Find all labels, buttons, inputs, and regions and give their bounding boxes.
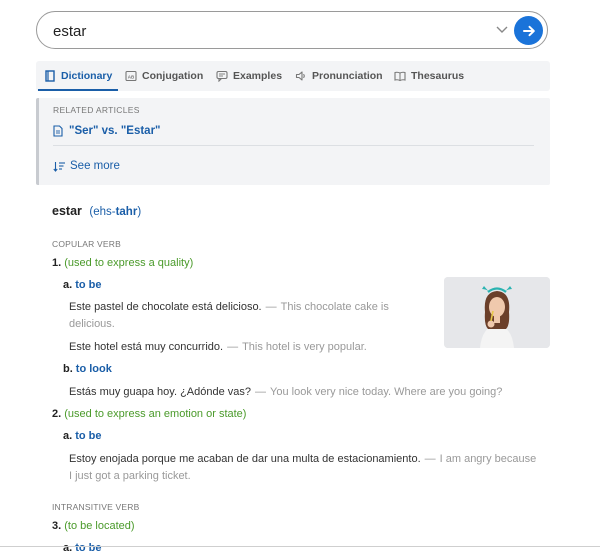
tab-bar: Dictionary AB Conjugation Examples Pronu… (36, 61, 550, 91)
example-sentence: Este hotel está muy concurrido. — This hot… (69, 339, 367, 356)
see-more-link[interactable]: See more (53, 160, 120, 172)
sense-2: 2. (used to express an emotion or state) (52, 408, 246, 420)
pronunciation[interactable]: (ehs-tahr) (89, 206, 141, 218)
translation-1b[interactable]: b. to look (63, 363, 112, 375)
example-english: You look very nice today. Where are you … (270, 386, 503, 398)
sub-letter: a. (63, 279, 73, 291)
example-sentence: Estoy enojada porque me acaban de dar un… (69, 451, 551, 485)
dash: — (255, 386, 267, 398)
sense-number: 3. (52, 520, 62, 532)
example-sentence: Estás muy guapa hoy. ¿Adónde vas? — You lo… (69, 384, 502, 401)
tab-examples[interactable]: Examples (216, 61, 282, 91)
sub-letter: b. (63, 363, 73, 375)
tab-label: Examples (233, 70, 283, 82)
sense-number: 1. (52, 257, 62, 269)
translation-2a[interactable]: a. to be (63, 430, 101, 442)
translation-label: to be (75, 430, 102, 442)
sort-list-icon (53, 161, 65, 172)
tab-thesaurus[interactable]: Thesaurus (394, 61, 464, 91)
example-spanish: Este hotel está muy concurrido. (69, 341, 224, 353)
headword-line: estar (ehs-tahr) (52, 204, 141, 218)
see-more-label: See more (70, 160, 120, 172)
tab-label: Pronunciation (312, 70, 383, 82)
headword: estar (52, 204, 82, 218)
example-spanish: Estoy enojada porque me acaban de dar un… (69, 453, 421, 465)
translation-label: to look (75, 363, 112, 375)
related-article-label: "Ser" vs. "Estar" (69, 125, 161, 137)
tab-label: Thesaurus (411, 70, 465, 82)
tab-label: Dictionary (61, 70, 113, 82)
window-bottom-edge (0, 546, 600, 547)
speech-bubbles-icon (216, 70, 228, 82)
sense-number: 2. (52, 408, 62, 420)
tab-pronunciation[interactable]: Pronunciation (295, 61, 383, 91)
svg-text:AB: AB (128, 74, 135, 79)
pron-stress: tahr (115, 206, 138, 218)
divider (53, 145, 534, 146)
translation-3a[interactable]: a. to be (63, 542, 101, 554)
related-articles-heading: RELATED ARTICLES (53, 105, 140, 115)
tab-dictionary[interactable]: Dictionary (37, 61, 119, 91)
dash: — (424, 453, 436, 465)
book-icon (45, 70, 55, 82)
pron-open: (ehs- (89, 206, 116, 218)
sub-letter: a. (63, 430, 73, 442)
chevron-down-icon[interactable] (495, 23, 509, 37)
related-articles-panel: RELATED ARTICLES "Ser" vs. "Estar" See m… (36, 98, 550, 185)
example-english: This hotel is very popular. (242, 341, 367, 353)
translation-label: to be (75, 279, 102, 291)
translation-1a[interactable]: a. to be (63, 279, 101, 291)
example-english: I am angry because (439, 453, 537, 465)
document-icon (53, 125, 63, 137)
conjugation-icon: AB (125, 70, 137, 82)
example-sentence: Este pastel de chocolate está delicioso.… (69, 299, 414, 333)
sense-gloss: (used to express an emotion or state) (64, 408, 247, 420)
sense-1: 1. (used to express a quality) (52, 257, 193, 269)
part-of-speech-copular: COPULAR VERB (52, 239, 122, 249)
illustration-image (444, 277, 550, 348)
speaker-icon (295, 71, 305, 81)
dash: — (265, 301, 277, 313)
search-box[interactable] (36, 11, 548, 49)
example-english-cont: I just got a parking ticket. (69, 470, 191, 482)
example-spanish: Este pastel de chocolate está delicioso. (69, 301, 262, 313)
part-of-speech-intransitive: INTRANSITIVE VERB (52, 502, 140, 512)
sense-gloss: (used to express a quality) (64, 257, 194, 269)
dash: — (227, 341, 239, 353)
sense-gloss: (to be located) (64, 520, 135, 532)
open-book-icon (394, 71, 406, 82)
sub-letter: a. (63, 542, 73, 554)
pron-close: ) (137, 206, 142, 218)
example-english-cont: delicious. (69, 318, 115, 330)
translation-label: to be (75, 542, 102, 554)
example-english: This chocolate cake is (280, 301, 389, 313)
search-button[interactable] (514, 16, 543, 45)
tab-label: Conjugation (142, 70, 204, 82)
woman-photo (444, 277, 550, 348)
tab-conjugation[interactable]: AB Conjugation (125, 61, 203, 91)
arrow-right-icon (522, 25, 535, 36)
example-spanish: Estás muy guapa hoy. ¿Adónde vas? (69, 386, 252, 398)
search-input[interactable] (53, 20, 483, 42)
related-article-link[interactable]: "Ser" vs. "Estar" (53, 125, 161, 137)
sense-3: 3. (to be located) (52, 520, 135, 532)
